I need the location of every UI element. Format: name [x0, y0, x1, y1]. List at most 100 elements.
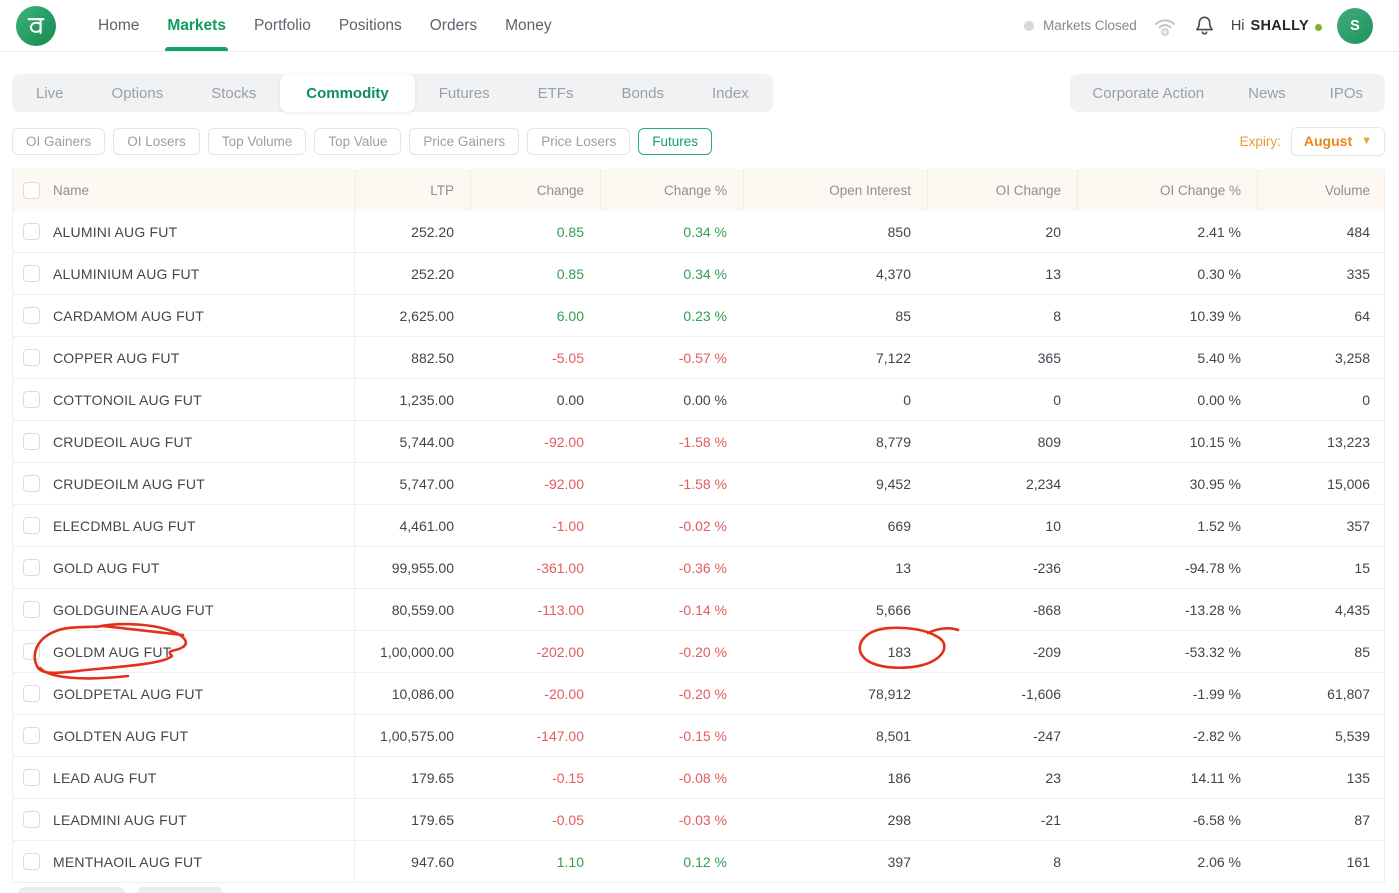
tab-options[interactable]: Options	[88, 74, 188, 112]
table-row[interactable]: GOLDM AUG FUT 1,00,000.00 -202.00 -0.20 …	[13, 631, 1384, 673]
row-checkbox[interactable]	[23, 391, 40, 408]
chip-oi-losers[interactable]: OI Losers	[113, 128, 200, 155]
row-checkbox[interactable]	[23, 769, 40, 786]
table-row[interactable]: GOLDPETAL AUG FUT 10,086.00 -20.00 -0.20…	[13, 673, 1384, 715]
oi-change-pct-cell: 0.00 %	[1077, 379, 1257, 420]
table-row[interactable]: COTTONOIL AUG FUT 1,235.00 0.00 0.00 % 0…	[13, 379, 1384, 421]
chip-oi-gainers[interactable]: OI Gainers	[12, 128, 105, 155]
row-checkbox[interactable]	[23, 223, 40, 240]
nav-item-money[interactable]: Money	[491, 0, 566, 51]
dhan-logo[interactable]	[16, 6, 56, 46]
select-all-checkbox[interactable]	[23, 182, 40, 199]
oi-change-pct-cell: 10.15 %	[1077, 421, 1257, 462]
row-checkbox[interactable]	[23, 517, 40, 534]
instrument-name: GOLDGUINEA AUG FUT	[53, 602, 214, 618]
tab-etfs[interactable]: ETFs	[514, 74, 598, 112]
table-row[interactable]: GOLDGUINEA AUG FUT 80,559.00 -113.00 -0.…	[13, 589, 1384, 631]
chip-futures[interactable]: Futures	[638, 128, 712, 155]
chip-price-losers[interactable]: Price Losers	[527, 128, 630, 155]
table-row[interactable]: CRUDEOILM AUG FUT 5,747.00 -92.00 -1.58 …	[13, 463, 1384, 505]
bottom-pill-button-2[interactable]	[137, 887, 223, 893]
instrument-name: CARDAMOM AUG FUT	[53, 308, 204, 324]
change-pct-cell: -0.36 %	[600, 547, 743, 588]
volume-cell: 161	[1257, 841, 1386, 882]
row-checkbox[interactable]	[23, 685, 40, 702]
ltp-cell: 1,235.00	[355, 379, 470, 420]
connection-wifi-icon[interactable]	[1152, 15, 1178, 37]
table-row[interactable]: CARDAMOM AUG FUT 2,625.00 6.00 0.23 % 85…	[13, 295, 1384, 337]
change-cell: 1.10	[470, 841, 600, 882]
tab-stocks[interactable]: Stocks	[187, 74, 280, 112]
tab-corporate-action[interactable]: Corporate Action	[1070, 74, 1226, 112]
tab-bonds[interactable]: Bonds	[597, 74, 688, 112]
main-navigation: Home Markets Portfolio Positions Orders …	[84, 0, 566, 51]
name-cell: GOLD AUG FUT	[13, 547, 355, 588]
column-label-oi-change-pct: OI Change %	[1077, 170, 1257, 211]
tab-commodity[interactable]: Commodity	[280, 74, 415, 112]
row-checkbox[interactable]	[23, 265, 40, 282]
username: SHALLY	[1251, 18, 1309, 34]
tab-futures[interactable]: Futures	[415, 74, 514, 112]
tab-index[interactable]: Index	[688, 74, 773, 112]
row-checkbox[interactable]	[23, 559, 40, 576]
change-cell: 6.00	[470, 295, 600, 336]
open-interest-cell: 298	[743, 799, 927, 840]
volume-cell: 85	[1257, 631, 1386, 672]
table-row[interactable]: COPPER AUG FUT 882.50 -5.05 -0.57 % 7,12…	[13, 337, 1384, 379]
row-checkbox[interactable]	[23, 433, 40, 450]
chip-top-volume[interactable]: Top Volume	[208, 128, 307, 155]
ltp-cell: 99,955.00	[355, 547, 470, 588]
bottom-pill-button-1[interactable]	[18, 887, 125, 893]
change-cell: -0.15	[470, 757, 600, 798]
oi-change-cell: -236	[927, 547, 1077, 588]
row-checkbox[interactable]	[23, 307, 40, 324]
row-checkbox[interactable]	[23, 853, 40, 870]
name-cell: CRUDEOILM AUG FUT	[13, 463, 355, 504]
row-checkbox[interactable]	[23, 349, 40, 366]
volume-cell: 15,006	[1257, 463, 1386, 504]
notifications-bell-icon[interactable]	[1193, 14, 1216, 37]
table-row[interactable]: LEAD AUG FUT 179.65 -0.15 -0.08 % 186 23…	[13, 757, 1384, 799]
volume-cell: 135	[1257, 757, 1386, 798]
change-cell: -147.00	[470, 715, 600, 756]
change-pct-cell: 0.00 %	[600, 379, 743, 420]
open-interest-cell: 186	[743, 757, 927, 798]
tab-ipos[interactable]: IPOs	[1308, 74, 1385, 112]
market-status-dot	[1024, 21, 1034, 31]
nav-item-portfolio[interactable]: Portfolio	[240, 0, 325, 51]
row-checkbox[interactable]	[23, 811, 40, 828]
expiry-dropdown[interactable]: August ▼	[1291, 127, 1385, 156]
oi-change-cell: 809	[927, 421, 1077, 462]
column-label-volume: Volume	[1257, 170, 1386, 211]
row-checkbox[interactable]	[23, 475, 40, 492]
column-label-change: Change	[470, 170, 600, 211]
table-row[interactable]: LEADMINI AUG FUT 179.65 -0.05 -0.03 % 29…	[13, 799, 1384, 841]
table-row[interactable]: ALUMINIUM AUG FUT 252.20 0.85 0.34 % 4,3…	[13, 253, 1384, 295]
chip-top-value[interactable]: Top Value	[314, 128, 401, 155]
table-row[interactable]: CRUDEOIL AUG FUT 5,744.00 -92.00 -1.58 %…	[13, 421, 1384, 463]
tab-live[interactable]: Live	[12, 74, 88, 112]
nav-item-positions[interactable]: Positions	[325, 0, 416, 51]
change-pct-cell: -0.08 %	[600, 757, 743, 798]
row-checkbox[interactable]	[23, 727, 40, 744]
instrument-name: COPPER AUG FUT	[53, 350, 179, 366]
nav-item-orders[interactable]: Orders	[416, 0, 491, 51]
markets-commodity-page: Home Markets Portfolio Positions Orders …	[0, 0, 1399, 893]
row-checkbox[interactable]	[23, 643, 40, 660]
tab-news[interactable]: News	[1226, 74, 1308, 112]
nav-item-markets[interactable]: Markets	[153, 0, 240, 51]
table-row[interactable]: GOLD AUG FUT 99,955.00 -361.00 -0.36 % 1…	[13, 547, 1384, 589]
column-label-name: Name	[53, 183, 89, 198]
chip-price-gainers[interactable]: Price Gainers	[409, 128, 519, 155]
table-row[interactable]: MENTHAOIL AUG FUT 947.60 1.10 0.12 % 397…	[13, 841, 1384, 883]
row-checkbox[interactable]	[23, 601, 40, 618]
name-cell: CARDAMOM AUG FUT	[13, 295, 355, 336]
table-row[interactable]: ELECDMBL AUG FUT 4,461.00 -1.00 -0.02 % …	[13, 505, 1384, 547]
user-avatar[interactable]: S	[1337, 8, 1373, 44]
nav-item-home[interactable]: Home	[84, 0, 153, 51]
oi-change-cell: 2,234	[927, 463, 1077, 504]
table-row[interactable]: ALUMINI AUG FUT 252.20 0.85 0.34 % 850 2…	[13, 211, 1384, 253]
table-row[interactable]: GOLDTEN AUG FUT 1,00,575.00 -147.00 -0.1…	[13, 715, 1384, 757]
instrument-name: LEADMINI AUG FUT	[53, 812, 187, 828]
change-cell: 0.85	[470, 253, 600, 294]
